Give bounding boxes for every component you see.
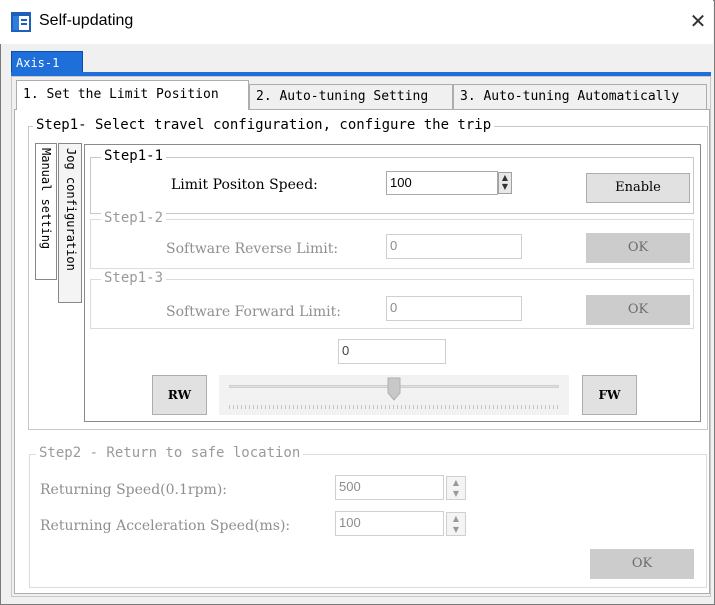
fw-button[interactable]: FW: [582, 375, 637, 415]
jog-position-input[interactable]: 0: [338, 339, 446, 364]
returning-speed-input[interactable]: 500: [335, 475, 444, 500]
step1-2-legend: Step1-2: [101, 210, 167, 226]
close-icon[interactable]: ✕: [686, 10, 710, 34]
tab-manual-setting[interactable]: Manual setting: [35, 143, 57, 280]
step2-legend: Step2 - Return to safe location: [36, 445, 304, 461]
returning-acceleration-input[interactable]: 100: [335, 511, 444, 536]
tab-auto-tuning-setting[interactable]: 2. Auto-tuning Setting: [249, 84, 453, 109]
limit-position-speed-label: Limit Positon Speed:: [171, 177, 318, 193]
spin-arrows-icon[interactable]: ▲ ▼: [446, 476, 466, 500]
limit-position-speed-input[interactable]: 100: [386, 171, 498, 195]
software-forward-limit-input[interactable]: 0: [386, 296, 522, 321]
spin-arrows-icon[interactable]: ▲ ▼: [446, 512, 466, 536]
returning-speed-label: Returning Speed(0.1rpm):: [40, 482, 228, 498]
tab-auto-tuning-automatically[interactable]: 3. Auto-tuning Automatically: [453, 84, 707, 109]
reverse-limit-ok-button[interactable]: OK: [586, 233, 690, 263]
enable-button[interactable]: Enable: [586, 173, 690, 203]
tab-axis-1[interactable]: Axis-1: [11, 51, 83, 73]
step1-legend: Step1- Select travel configuration, conf…: [33, 117, 495, 133]
software-reverse-limit-label: Software Reverse Limit:: [166, 241, 339, 257]
software-forward-limit-label: Software Forward Limit:: [166, 304, 341, 320]
slider-ticks: [229, 405, 559, 409]
slider-thumb[interactable]: [387, 377, 401, 401]
step1-3-legend: Step1-3: [101, 270, 167, 286]
step2-ok-button[interactable]: OK: [590, 549, 694, 579]
rw-button[interactable]: RW: [152, 375, 207, 415]
app-window-icon: [11, 12, 31, 32]
window-title: Self-updating: [39, 12, 134, 29]
tab-jog-configuration[interactable]: Jog configuration: [58, 143, 82, 303]
tab-set-limit-position[interactable]: 1. Set the Limit Position: [16, 80, 249, 110]
jog-slider[interactable]: [219, 375, 569, 415]
spin-arrows-icon[interactable]: ▲ ▼: [498, 172, 512, 194]
software-reverse-limit-input[interactable]: 0: [386, 234, 522, 259]
forward-limit-ok-button[interactable]: OK: [586, 295, 690, 325]
step1-1-legend: Step1-1: [101, 148, 167, 164]
returning-acceleration-label: Returning Acceleration Speed(ms):: [40, 518, 291, 534]
